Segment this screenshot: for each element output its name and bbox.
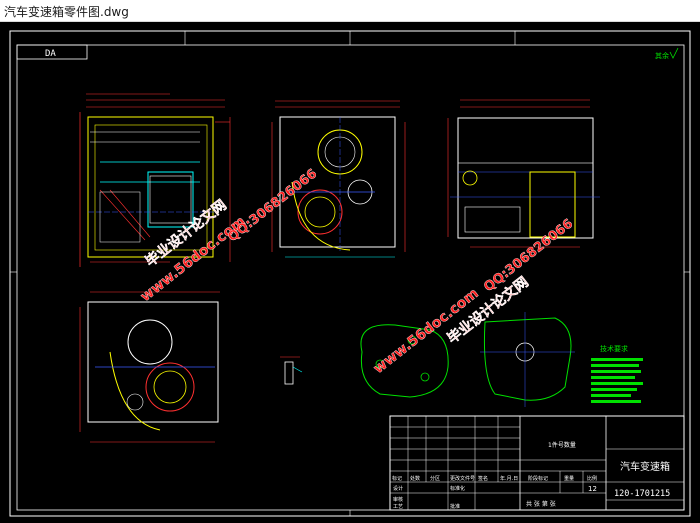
cad-canvas[interactable]: DA 其余 技术要求 1件号数量 标记 处数 分区 更改文件号 签名 年.月.日…: [0, 22, 700, 523]
title-center-text: 1件号数量: [548, 441, 576, 449]
drawing-sheet[interactable]: DA 其余 技术要求 1件号数量 标记 处数 分区 更改文件号 签名 年.月.日…: [0, 22, 700, 523]
header-cell-0: 标记: [392, 475, 402, 482]
view-detail: [280, 356, 303, 385]
stage-label: 阶段标记: [528, 475, 548, 482]
watermark-qq: QQ:306826066: [225, 166, 320, 245]
header-cell-2: 分区: [430, 475, 440, 482]
role-design: 设计: [393, 485, 403, 492]
role-approve: 批准: [450, 503, 460, 510]
scale-label: 比例: [587, 475, 597, 482]
view-section-top: [271, 100, 406, 258]
role-process: 工艺: [393, 504, 403, 510]
corner-label: DA: [45, 49, 56, 59]
sheet-text: 共 张 第 张: [526, 500, 556, 508]
weight-label: 重量: [564, 475, 574, 482]
inner-frame: [16, 44, 685, 511]
sheet-count: 12: [588, 485, 597, 493]
title-block: 1件号数量 标记 处数 分区 更改文件号 签名 年.月.日 设计 标准化 审核 …: [389, 415, 685, 511]
header-cell-1: 处数: [410, 475, 420, 482]
watermark-group: www.56doc.com 毕业设计论文网 QQ:306826066 www.5…: [137, 166, 576, 377]
part-name: 汽车变速箱: [620, 460, 670, 473]
tech-req-title: 技术要求: [600, 344, 628, 353]
title-bar: 汽车变速箱零件图.dwg: [0, 0, 700, 22]
roughness-mark: 其余: [655, 51, 669, 60]
view-side: [447, 99, 600, 248]
outer-frame: [9, 30, 691, 517]
header-cell-4: 签名: [478, 475, 488, 482]
roughness-symbol: [669, 47, 679, 59]
view-cover: [480, 312, 575, 407]
role-std: 标准化: [450, 485, 465, 492]
role-check: 审核: [393, 496, 403, 503]
header-cell-5: 年.月.日: [500, 475, 518, 482]
header-cell-3: 更改文件号: [450, 475, 475, 482]
drawing-number: 120-1701215: [614, 489, 670, 499]
tech-requirements: 技术要求: [591, 344, 643, 403]
window-title: 汽车变速箱零件图.dwg: [4, 5, 129, 19]
view-bottom-left: [79, 291, 220, 443]
